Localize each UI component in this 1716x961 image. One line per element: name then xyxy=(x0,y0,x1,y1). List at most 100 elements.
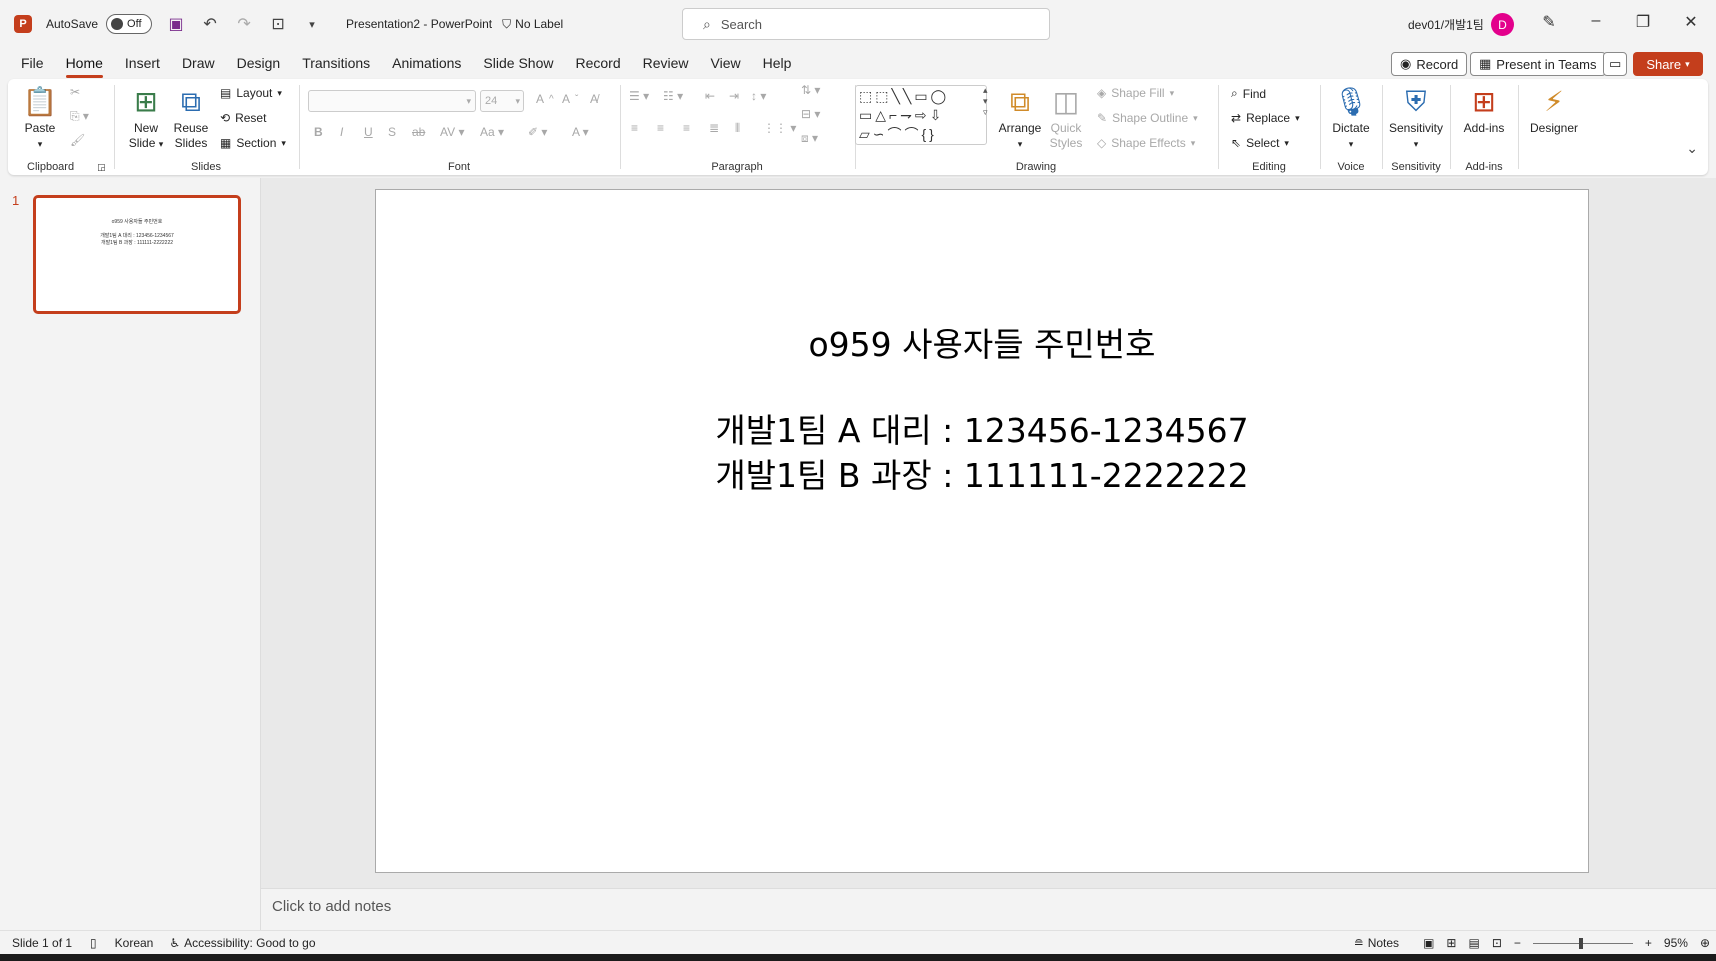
highlight-color-icon[interactable]: ✐ ▾ xyxy=(528,125,547,139)
layout-button[interactable]: ▤ Layout ▾ xyxy=(220,86,282,100)
zoom-level[interactable]: 95% xyxy=(1664,936,1688,950)
slide-thumbnail[interactable]: o959 사용자들 주민번호 개발1팀 A 대리 : 123456-123456… xyxy=(33,195,241,314)
drawing-group: Drawing xyxy=(855,79,1217,175)
layout-icon: ▤ xyxy=(220,86,232,100)
dictate-button[interactable]: 🎙 Dictate ▾ xyxy=(1327,83,1375,152)
italic-icon[interactable]: I xyxy=(340,125,343,139)
increase-indent-icon[interactable]: ⇥ xyxy=(729,89,739,103)
slideshow-icon[interactable]: ⊡ xyxy=(1492,936,1502,950)
reuse-slides-button[interactable]: ⧉ Reuse Slides xyxy=(171,83,211,151)
sensitivity-label[interactable]: ⛉ No Label xyxy=(502,17,563,32)
designer-icon: ⚡ xyxy=(1544,86,1564,117)
present-in-teams-button[interactable]: ▦ Present in Teams xyxy=(1470,52,1606,76)
find-button[interactable]: ⌕ Find xyxy=(1231,86,1266,101)
column-options-icon[interactable]: ⋮⋮ ▾ xyxy=(763,121,796,135)
search-placeholder: Search xyxy=(720,16,763,32)
section-button[interactable]: ▦ Section ▾ xyxy=(220,136,286,150)
tab-slide-show[interactable]: Slide Show xyxy=(472,48,564,78)
font-name-dropdown[interactable]: ▾ xyxy=(308,90,476,112)
notes-toggle[interactable]: ≘ Notes xyxy=(1354,936,1399,950)
autosave-toggle[interactable]: Off xyxy=(106,14,153,34)
tab-review[interactable]: Review xyxy=(632,48,700,78)
zoom-in-icon[interactable]: + xyxy=(1645,936,1652,950)
character-spacing-icon[interactable]: AV ▾ xyxy=(440,125,464,139)
zoom-slider[interactable] xyxy=(1532,937,1633,949)
font-size-dropdown[interactable]: 24 ▾ xyxy=(480,90,524,112)
select-button[interactable]: ⇖ Select ▾ xyxy=(1231,136,1289,150)
clear-formatting-icon[interactable]: A̸ xyxy=(590,92,598,106)
numbering-icon[interactable]: ☷ ▾ xyxy=(663,89,683,103)
tab-transitions[interactable]: Transitions xyxy=(291,48,381,78)
designer-button[interactable]: ⚡ Designer xyxy=(1525,83,1583,136)
decrease-font-icon[interactable]: Aˇ xyxy=(562,92,578,106)
redo-icon[interactable]: ↷ xyxy=(234,14,254,34)
bullets-icon[interactable]: ☰ ▾ xyxy=(629,89,649,103)
avatar[interactable]: D xyxy=(1491,13,1514,36)
sensitivity-button[interactable]: ⛨ Sensitivity ▾ xyxy=(1385,83,1447,152)
minimize-icon[interactable]: – xyxy=(1584,12,1608,30)
tab-animations[interactable]: Animations xyxy=(381,48,472,78)
format-painter-icon[interactable]: 🖌 xyxy=(70,133,85,147)
replace-button[interactable]: ⇄ Replace ▾ xyxy=(1231,111,1300,125)
tab-file[interactable]: File xyxy=(10,48,55,78)
comments-button[interactable]: ▭ xyxy=(1603,52,1628,76)
user-name[interactable]: dev01/개발1팀 xyxy=(1408,16,1484,33)
tab-home[interactable]: Home xyxy=(55,48,114,78)
dialog-launcher-icon[interactable]: ◲ xyxy=(97,162,106,172)
new-slide-button[interactable]: ⊞ New Slide ▾ xyxy=(125,83,167,152)
notes-pane[interactable]: Click to add notes xyxy=(261,888,1716,930)
smartart-icon[interactable]: ⧈ ▾ xyxy=(801,131,818,146)
text-direction-icon[interactable]: ⇅ ▾ xyxy=(801,83,820,97)
tab-view[interactable]: View xyxy=(700,48,752,78)
tab-draw[interactable]: Draw xyxy=(171,48,226,78)
slide-title[interactable]: o959 사용자들 주민번호 xyxy=(376,318,1588,366)
zoom-slider-thumb[interactable] xyxy=(1578,937,1583,949)
search-box[interactable]: ⌕ Search xyxy=(682,8,1050,40)
close-icon[interactable]: ✕ xyxy=(1679,12,1703,32)
align-center-icon[interactable]: ≡ xyxy=(657,121,664,135)
increase-font-icon[interactable]: A ^ xyxy=(536,92,554,106)
align-left-icon[interactable]: ≡ xyxy=(631,121,638,135)
customize-toolbar-icon[interactable]: ▾ xyxy=(302,18,322,31)
columns-icon[interactable]: ⫴ xyxy=(735,121,740,136)
record-button[interactable]: ◉ Record xyxy=(1391,52,1468,76)
present-from-start-icon[interactable]: ⊡ xyxy=(268,14,288,34)
fit-to-window-icon[interactable]: ⊕ xyxy=(1700,936,1710,950)
section-label: Section xyxy=(236,136,277,150)
tab-help[interactable]: Help xyxy=(752,48,803,78)
tab-insert[interactable]: Insert xyxy=(114,48,171,78)
share-button[interactable]: Share ▾ xyxy=(1633,52,1703,76)
copy-icon[interactable]: ⎘ ▾ xyxy=(70,109,89,124)
undo-icon[interactable]: ↶ xyxy=(200,14,220,34)
reset-button[interactable]: ⟲ Reset xyxy=(220,111,266,125)
align-text-icon[interactable]: ⊟ ▾ xyxy=(801,107,820,121)
paste-button[interactable]: 📋 Paste ▾ xyxy=(22,83,58,152)
restore-icon[interactable]: ❐ xyxy=(1631,12,1655,32)
spelling-icon[interactable]: ▯ xyxy=(90,936,97,950)
zoom-out-icon[interactable]: − xyxy=(1514,936,1521,950)
decrease-indent-icon[interactable]: ⇤ xyxy=(705,89,715,103)
reading-view-icon[interactable]: ▤ xyxy=(1468,936,1479,950)
slide-body[interactable]: 개발1팀 A 대리 : 123456-1234567 개발1팀 B 과장 : 1… xyxy=(376,408,1588,498)
font-color-icon[interactable]: A ▾ xyxy=(572,125,589,139)
normal-view-icon[interactable]: ▣ xyxy=(1423,936,1434,950)
save-icon[interactable]: ▣ xyxy=(166,14,186,34)
collapse-ribbon-icon[interactable]: ⌄ xyxy=(1686,140,1698,157)
tab-design[interactable]: Design xyxy=(226,48,292,78)
designer-pen-icon[interactable]: ✎ xyxy=(1537,12,1561,32)
addins-button[interactable]: ⊞ Add-ins xyxy=(1457,83,1511,136)
line-spacing-icon[interactable]: ↕ ▾ xyxy=(751,89,766,103)
justify-icon[interactable]: ≣ xyxy=(709,121,719,135)
slide-sorter-icon[interactable]: ⊞ xyxy=(1446,936,1456,950)
strikethrough-icon[interactable]: ab xyxy=(412,125,425,139)
align-right-icon[interactable]: ≡ xyxy=(683,121,690,135)
bold-icon[interactable]: B xyxy=(314,125,323,139)
underline-icon[interactable]: U xyxy=(364,125,373,139)
cut-icon[interactable]: ✂ xyxy=(70,85,80,99)
tab-record[interactable]: Record xyxy=(564,48,631,78)
language-indicator[interactable]: Korean xyxy=(115,936,154,950)
slide-canvas[interactable]: o959 사용자들 주민번호 개발1팀 A 대리 : 123456-123456… xyxy=(375,189,1589,873)
change-case-icon[interactable]: Aa ▾ xyxy=(480,125,504,139)
text-shadow-icon[interactable]: S xyxy=(388,125,396,139)
accessibility-button[interactable]: ♿ Accessibility: Good to go xyxy=(169,936,315,950)
